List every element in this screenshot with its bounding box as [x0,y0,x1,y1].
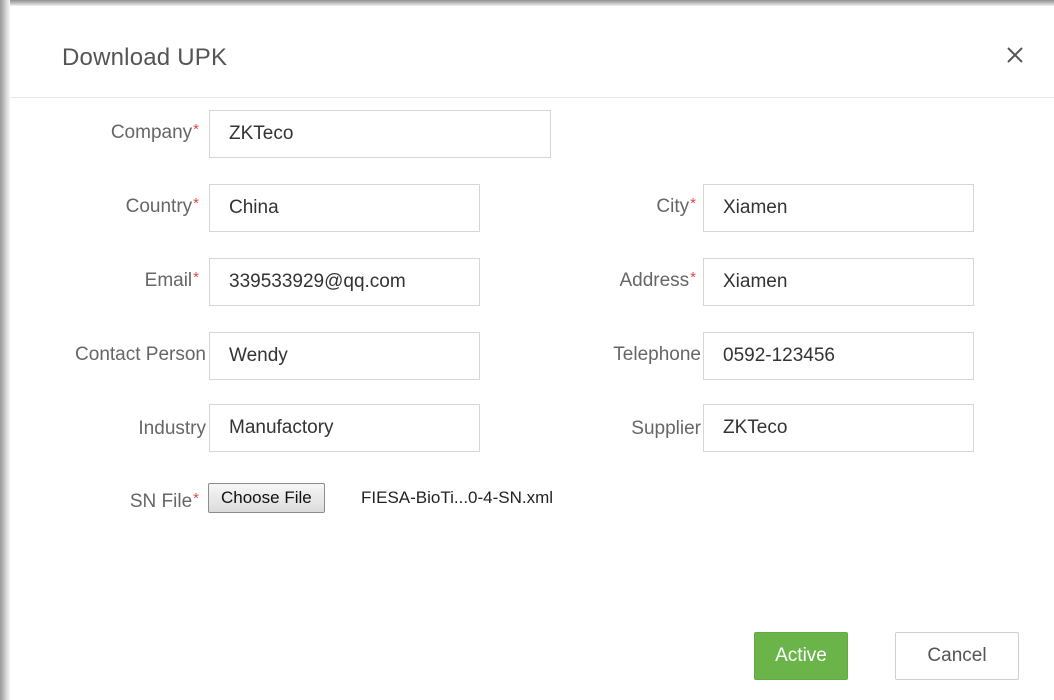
industry-label: Industry [138,418,206,440]
sn-file-label: SN File* [129,490,199,513]
window-frame-left [0,0,10,700]
industry-label-text: Industry [138,418,206,439]
active-button[interactable]: Active [754,632,848,680]
city-label-text: City [656,196,690,217]
choose-file-button[interactable]: Choose File [208,483,325,513]
address-label: Address* [619,269,696,292]
dialog-header: Download UPK [10,6,1054,98]
industry-input[interactable] [209,404,480,452]
contact-person-input[interactable] [209,332,480,380]
company-label: Company* [110,121,199,144]
email-label: Email* [144,269,199,292]
supplier-label-text: Supplier [631,418,701,439]
required-mark: * [193,269,199,286]
sn-file-label-text: SN File [129,491,193,512]
country-label: Country* [125,195,199,218]
email-label-text: Email [144,270,193,291]
required-mark: * [193,121,199,138]
close-icon[interactable] [998,38,1032,72]
company-input[interactable] [209,110,551,158]
address-input[interactable] [703,258,974,306]
download-upk-dialog: Download UPK Company* Country* City* Ema… [10,6,1054,700]
country-label-text: Country [125,196,193,217]
dialog-title: Download UPK [62,44,228,71]
company-label-text: Company [110,122,193,143]
required-mark: * [690,195,696,212]
supplier-input[interactable] [703,404,974,452]
contact-person-label: Contact Person [75,344,206,366]
country-input[interactable] [209,184,480,232]
selected-file-name: FIESA-BioTi...0-4-SN.xml [361,488,554,507]
telephone-label: Telephone [613,344,701,366]
city-label: City* [656,195,696,218]
telephone-input[interactable] [703,332,974,380]
required-mark: * [193,490,199,507]
cancel-button[interactable]: Cancel [895,632,1019,680]
address-label-text: Address [619,270,690,291]
email-input[interactable] [209,258,480,306]
city-input[interactable] [703,184,974,232]
required-mark: * [690,269,696,286]
supplier-label: Supplier [631,418,701,440]
required-mark: * [193,195,199,212]
telephone-label-text: Telephone [613,344,701,365]
contact-person-label-text: Contact Person [75,344,206,365]
